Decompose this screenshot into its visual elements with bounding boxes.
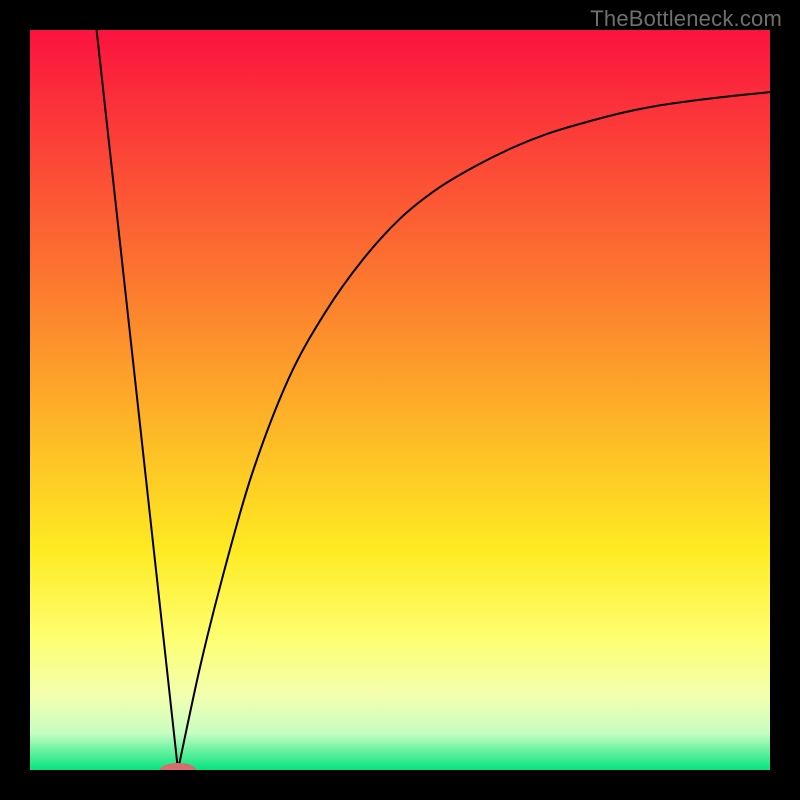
watermark-text: TheBottleneck.com	[590, 6, 782, 32]
chart-background	[30, 30, 770, 770]
chart-plot	[30, 30, 770, 770]
chart-container: TheBottleneck.com	[0, 0, 800, 800]
